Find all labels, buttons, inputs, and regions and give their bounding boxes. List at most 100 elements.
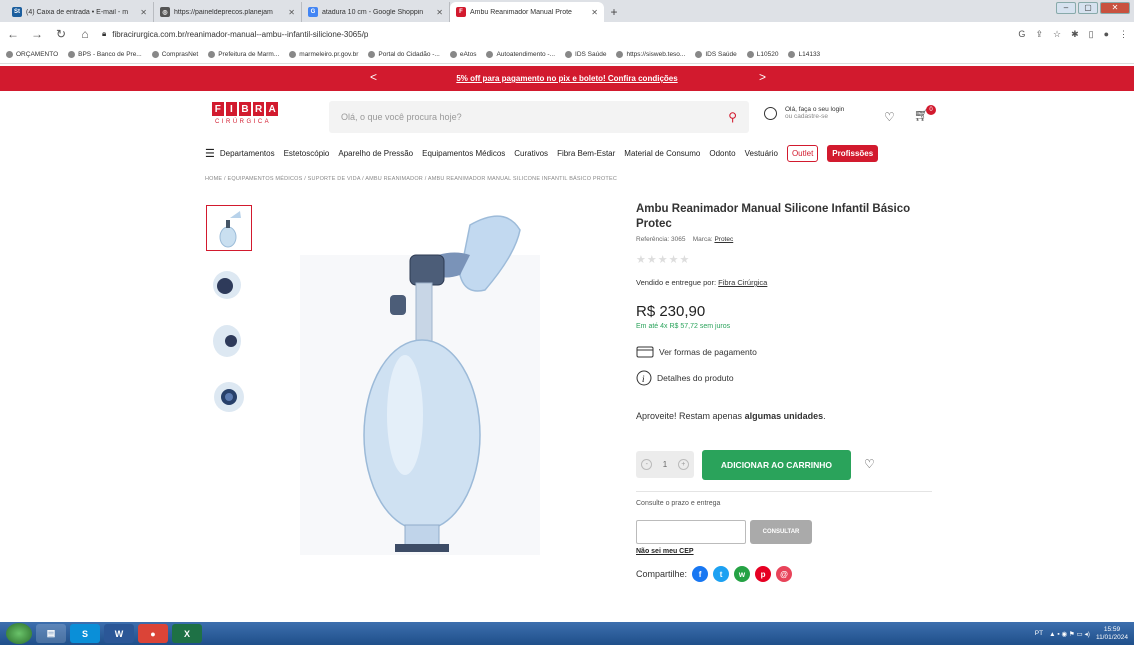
tab-title: atadura 10 cm - Google Shoppin — [322, 8, 424, 16]
email-icon[interactable]: @ — [776, 566, 793, 582]
nav-profissoes-button[interactable]: Profissões — [827, 145, 879, 162]
skype-icon[interactable]: S — [70, 624, 100, 643]
bookmark-star-icon[interactable]: ☆ — [1053, 29, 1061, 40]
profile-icon[interactable]: ● — [1104, 29, 1109, 40]
menu-icon[interactable]: ⋮ — [1119, 29, 1128, 40]
cep-input[interactable] — [636, 520, 746, 544]
bookmark-item[interactable]: L10520 — [746, 51, 778, 58]
maximize-icon[interactable]: ▢ — [1078, 2, 1098, 14]
bookmark-item[interactable]: L14133 — [788, 51, 820, 58]
nav-item[interactable]: Fibra Bem-Estar — [557, 149, 615, 158]
rating-stars[interactable]: ★★★★★ — [636, 253, 690, 266]
add-to-cart-button[interactable]: ADICIONAR AO CARRINHO — [702, 450, 851, 480]
bookmark-item[interactable]: Prefeitura de Marm... — [208, 51, 279, 58]
promo-prev-icon[interactable]: < — [370, 70, 377, 84]
nav-item[interactable]: Curativos — [514, 149, 548, 158]
browser-tab[interactable]: St (4) Caixa de entrada • E-mail - m ✕ — [6, 2, 154, 22]
facebook-icon[interactable]: f — [692, 566, 709, 582]
chrome-icon[interactable]: ● — [138, 624, 168, 643]
seller-link[interactable]: Fibra Cirúrgica — [718, 278, 767, 287]
bookmark-item[interactable]: IDS Saúde — [695, 51, 737, 58]
product-thumbnail[interactable] — [206, 262, 252, 308]
promo-text[interactable]: 5% off para pagamento no pix e boleto! C… — [456, 74, 677, 83]
nav-item[interactable]: Estetoscópio — [284, 149, 330, 158]
shipping-label: Consulte o prazo e entrega — [636, 500, 721, 507]
site-logo[interactable]: FIBRA CIRÚRGICA — [212, 102, 278, 130]
bookmark-label: Autoatendimento -... — [496, 51, 556, 58]
search-icon[interactable]: ⚲ — [728, 110, 737, 124]
promo-next-icon[interactable]: > — [759, 70, 766, 84]
close-tab-icon[interactable]: ✕ — [288, 8, 295, 17]
qty-value[interactable]: 1 — [663, 460, 667, 469]
twitter-icon[interactable]: t — [713, 566, 730, 582]
bookmark-item[interactable]: Portal do Cidadão -... — [368, 51, 440, 58]
qty-minus-button[interactable]: - — [641, 459, 653, 470]
product-main-image[interactable] — [270, 195, 560, 560]
clock-time: 15:59 — [1103, 625, 1121, 633]
bookmark-item[interactable]: https://sisweb.teso... — [616, 51, 685, 58]
home-icon[interactable]: ⌂ — [78, 27, 92, 41]
address-bar[interactable]: 🔒︎ fibracirurgica.com.br/reanimador-manu… — [102, 25, 1008, 43]
menu-hamburger-icon[interactable]: ☰ — [205, 147, 215, 160]
clock[interactable]: 15:59 11/01/2024 — [1096, 626, 1128, 642]
login-link[interactable]: Olá, faça o seu login ou cadastre-se — [764, 106, 844, 120]
nav-item[interactable]: Equipamentos Médicos — [422, 149, 505, 158]
breadcrumb[interactable]: HOME / EQUIPAMENTOS MÉDICOS / SUPORTE DE… — [205, 176, 617, 182]
bookmark-item[interactable]: ComprasNet — [151, 51, 198, 58]
nav-item[interactable]: Odonto — [709, 149, 735, 158]
product-details-link[interactable]: i Detalhes do produto — [636, 370, 734, 386]
close-tab-icon[interactable]: ✕ — [140, 8, 147, 17]
browser-tab-active[interactable]: F Ambu Reanimador Manual Prote ✕ — [450, 2, 604, 22]
bookmark-item[interactable]: Autoatendimento -... — [486, 51, 555, 58]
search-input[interactable]: Olá, o que você procura hoje? ⚲ — [329, 101, 749, 133]
tray-icons[interactable]: ▲ ▪ ◉ ⚑ ▭ ◂) — [1049, 630, 1090, 638]
info-icon: i — [636, 370, 652, 386]
sidebar-icon[interactable]: ▯ — [1089, 29, 1094, 40]
nav-item[interactable]: Vestuário — [745, 149, 778, 158]
whatsapp-icon[interactable]: w — [734, 566, 751, 582]
nav-item[interactable]: Aparelho de Pressão — [338, 149, 413, 158]
bookmark-item[interactable]: BPS - Banco de Pre... — [68, 51, 142, 58]
close-tab-icon[interactable]: ✕ — [591, 8, 598, 17]
close-tab-icon[interactable]: ✕ — [436, 8, 443, 17]
bookmark-item[interactable]: eAtos — [449, 51, 476, 58]
bookmark-item[interactable]: marmeleiro.pr.gov.br — [289, 51, 358, 58]
share-icon[interactable]: ⇪ — [1035, 29, 1043, 40]
reload-icon[interactable]: ↻ — [54, 27, 68, 41]
brand-link[interactable]: Protec — [714, 236, 733, 243]
google-lens-icon[interactable]: G — [1018, 29, 1025, 40]
browser-tab[interactable]: ◎ https://paineldeprecos.planejam ✕ — [154, 2, 302, 22]
product-thumbnail[interactable] — [206, 317, 252, 363]
back-icon[interactable]: ← — [6, 27, 20, 41]
start-button[interactable] — [6, 623, 32, 644]
new-tab-icon[interactable]: + — [604, 2, 624, 22]
nav-item[interactable]: Departamentos — [220, 149, 275, 158]
minimize-icon[interactable]: – — [1056, 2, 1076, 14]
quantity-stepper[interactable]: - 1 + — [636, 451, 694, 478]
word-icon[interactable]: W — [104, 624, 134, 643]
window-controls: – ▢ ✕ — [1056, 2, 1130, 14]
forward-icon[interactable]: → — [30, 27, 44, 41]
wishlist-heart-icon[interactable]: ♡ — [884, 110, 895, 124]
payment-options-link[interactable]: Ver formas de pagamento — [636, 346, 757, 358]
nav-outlet-button[interactable]: Outlet — [786, 145, 819, 162]
product-thumbnail[interactable] — [206, 372, 252, 418]
no-cep-link[interactable]: Não sei meu CEP — [636, 548, 694, 555]
qty-plus-button[interactable]: + — [677, 459, 689, 470]
product-thumbnail[interactable] — [206, 205, 252, 251]
browser-tab[interactable]: G atadura 10 cm - Google Shoppin ✕ — [302, 2, 450, 22]
language-indicator[interactable]: PT — [1035, 630, 1043, 637]
excel-icon[interactable]: X — [172, 624, 202, 643]
explorer-icon[interactable]: ▤ — [36, 624, 66, 643]
close-window-icon[interactable]: ✕ — [1100, 2, 1130, 14]
nav-item[interactable]: Material de Consumo — [624, 149, 700, 158]
cart-icon[interactable]: 🛒︎ 0 — [914, 105, 936, 122]
tab-title: (4) Caixa de entrada • E-mail - m — [26, 8, 129, 16]
product-wishlist-icon[interactable]: ♡ — [864, 457, 875, 471]
stock-suffix: . — [823, 411, 826, 421]
consult-button[interactable]: CONSULTAR — [750, 520, 812, 544]
pinterest-icon[interactable]: p — [755, 566, 772, 582]
bookmark-item[interactable]: ORÇAMENTO — [6, 51, 58, 58]
bookmark-item[interactable]: IDS Saúde — [565, 51, 606, 58]
extensions-icon[interactable]: ✱ — [1071, 29, 1079, 40]
